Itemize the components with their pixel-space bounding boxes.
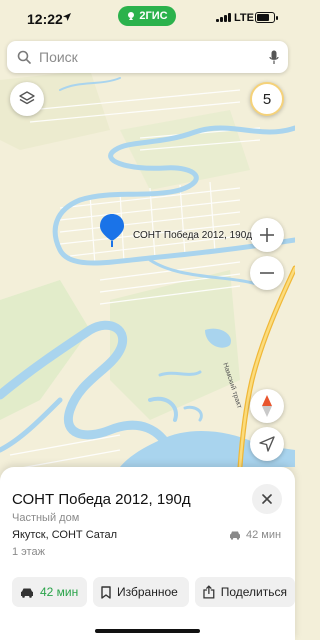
share-button[interactable]: Поделиться [195,577,295,607]
action-bar: 42 мин Избранное Поделиться [12,577,295,607]
layers-icon [19,91,35,105]
battery-icon [255,12,278,23]
favorites-label: Избранное [117,585,178,599]
bird-icon [128,12,135,20]
bookmark-icon [101,585,111,599]
microphone-icon[interactable] [269,50,279,65]
network-type: LTE [234,12,254,24]
route-label: 42 мин [40,585,79,599]
place-card: СОНТ Победа 2012, 190д Частный дом Якутс… [0,467,295,640]
drive-time-value: 42 мин [246,529,282,541]
route-button[interactable]: 42 мин [12,577,87,607]
place-address[interactable]: Якутск, СОНТ Сатал [12,529,117,541]
close-button[interactable] [252,484,282,514]
app-badge[interactable]: 2ГИС [118,6,176,26]
car-icon [21,588,33,598]
zoom-out-button[interactable] [250,256,284,290]
zoom-in-button[interactable] [250,218,284,252]
app-badge-label: 2ГИС [139,10,168,22]
compass-button[interactable] [250,389,284,423]
cellular-signal-icon [216,13,231,22]
place-floors: 1 этаж [12,546,45,558]
favorites-button[interactable]: Избранное [93,577,189,607]
location-arrow-icon [63,13,71,21]
zoom-level-button[interactable]: 5 [250,82,284,116]
navigation-arrow-icon [259,436,275,452]
my-location-button[interactable] [250,427,284,461]
search-input[interactable]: Поиск [39,49,269,65]
place-category: Частный дом [12,512,80,524]
zoom-level: 5 [262,90,272,108]
drive-time: 42 мин [229,529,281,541]
home-indicator[interactable] [95,629,200,633]
location-pin-icon[interactable] [99,213,125,249]
close-icon [262,494,272,504]
compass-icon [262,395,272,417]
share-label: Поделиться [220,585,287,599]
minus-icon [260,272,274,274]
status-bar: 12:22 2ГИС LTE [0,0,295,36]
status-time: 12:22 [27,11,63,27]
plus-icon [260,228,274,242]
layers-button[interactable] [10,82,44,116]
place-title: СОНТ Победа 2012, 190д [12,491,191,508]
search-icon [17,50,31,64]
search-bar[interactable]: Поиск [7,41,288,73]
pin-label: СОНТ Победа 2012, 190д [133,230,253,241]
share-icon [203,585,215,599]
car-icon [230,531,240,540]
